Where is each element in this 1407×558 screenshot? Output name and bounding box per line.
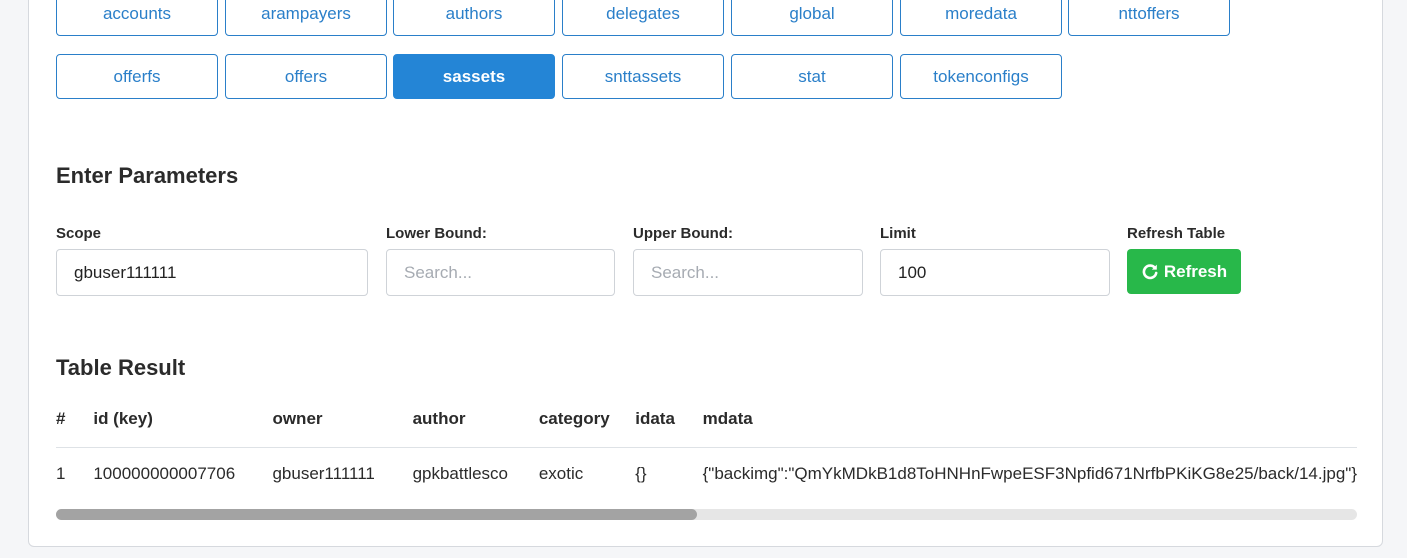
table-button-authors[interactable]: authors [393,0,555,36]
limit-label: Limit [880,225,916,242]
column-header-idata: idata [635,391,703,448]
table-button-arampayers[interactable]: arampayers [225,0,387,36]
refresh-icon [1142,263,1158,279]
refresh-button-label: Refresh [1163,261,1228,281]
horizontal-scrollbar[interactable] [56,509,1357,520]
table-row: 1 100000000007706 gbuser111111 gpkbattle… [56,448,1357,501]
cell-idata: {} [635,464,647,483]
scope-label: Scope [56,225,102,242]
table-button-snttassets[interactable]: snttassets [562,54,724,99]
lower-bound-input[interactable] [386,249,615,296]
table-button-delegates[interactable]: delegates [562,0,724,36]
table-button-stat[interactable]: stat [731,54,893,99]
result-table-container: # id (key) owner author category idata m… [56,391,1357,521]
limit-input[interactable] [880,249,1110,296]
refresh-button[interactable]: Refresh [1127,249,1241,294]
table-header-row: # id (key) owner author category idata m… [56,391,1357,448]
cell-mdata: {"backimg":"QmYkMDkB1d8ToHNHnFwpeESF3Npf… [702,464,1357,483]
column-header-category: category [538,391,636,448]
table-button-moredata[interactable]: moredata [900,0,1062,36]
cell-index: 1 [56,464,66,483]
column-header-id: id (key) [93,391,273,448]
upper-bound-input[interactable] [633,249,863,296]
table-button-offers[interactable]: offers [225,54,387,99]
refresh-table-label: Refresh Table [1127,225,1226,242]
table-button-global[interactable]: global [731,0,893,36]
column-header-mdata: mdata [702,391,1357,448]
table-button-nttoffers[interactable]: nttoffers [1068,0,1230,36]
upper-bound-label: Upper Bound: [633,225,733,242]
cell-category: exotic [538,464,584,483]
column-header-owner: owner [272,391,413,448]
table-button-tokenconfigs[interactable]: tokenconfigs [900,54,1062,99]
cell-id: 100000000007706 [93,464,236,483]
cell-owner: gbuser111111 [272,464,375,483]
scope-input[interactable] [56,249,368,296]
lower-bound-label: Lower Bound: [386,225,487,242]
column-header-author: author [412,391,539,448]
table-button-accounts[interactable]: accounts [56,0,218,36]
table-result-heading: Table Result [56,355,186,380]
cell-author: gpkbattlesco [412,464,509,483]
table-browser-card: accounts arampayers authors delegates gl… [28,0,1383,547]
scrollbar-thumb[interactable] [56,509,697,520]
table-button-sassets[interactable]: sassets [393,54,555,99]
column-header-index: # [56,391,94,448]
result-table: # id (key) owner author category idata m… [56,391,1357,500]
table-button-offerfs[interactable]: offerfs [56,54,218,99]
enter-parameters-heading: Enter Parameters [56,163,239,188]
